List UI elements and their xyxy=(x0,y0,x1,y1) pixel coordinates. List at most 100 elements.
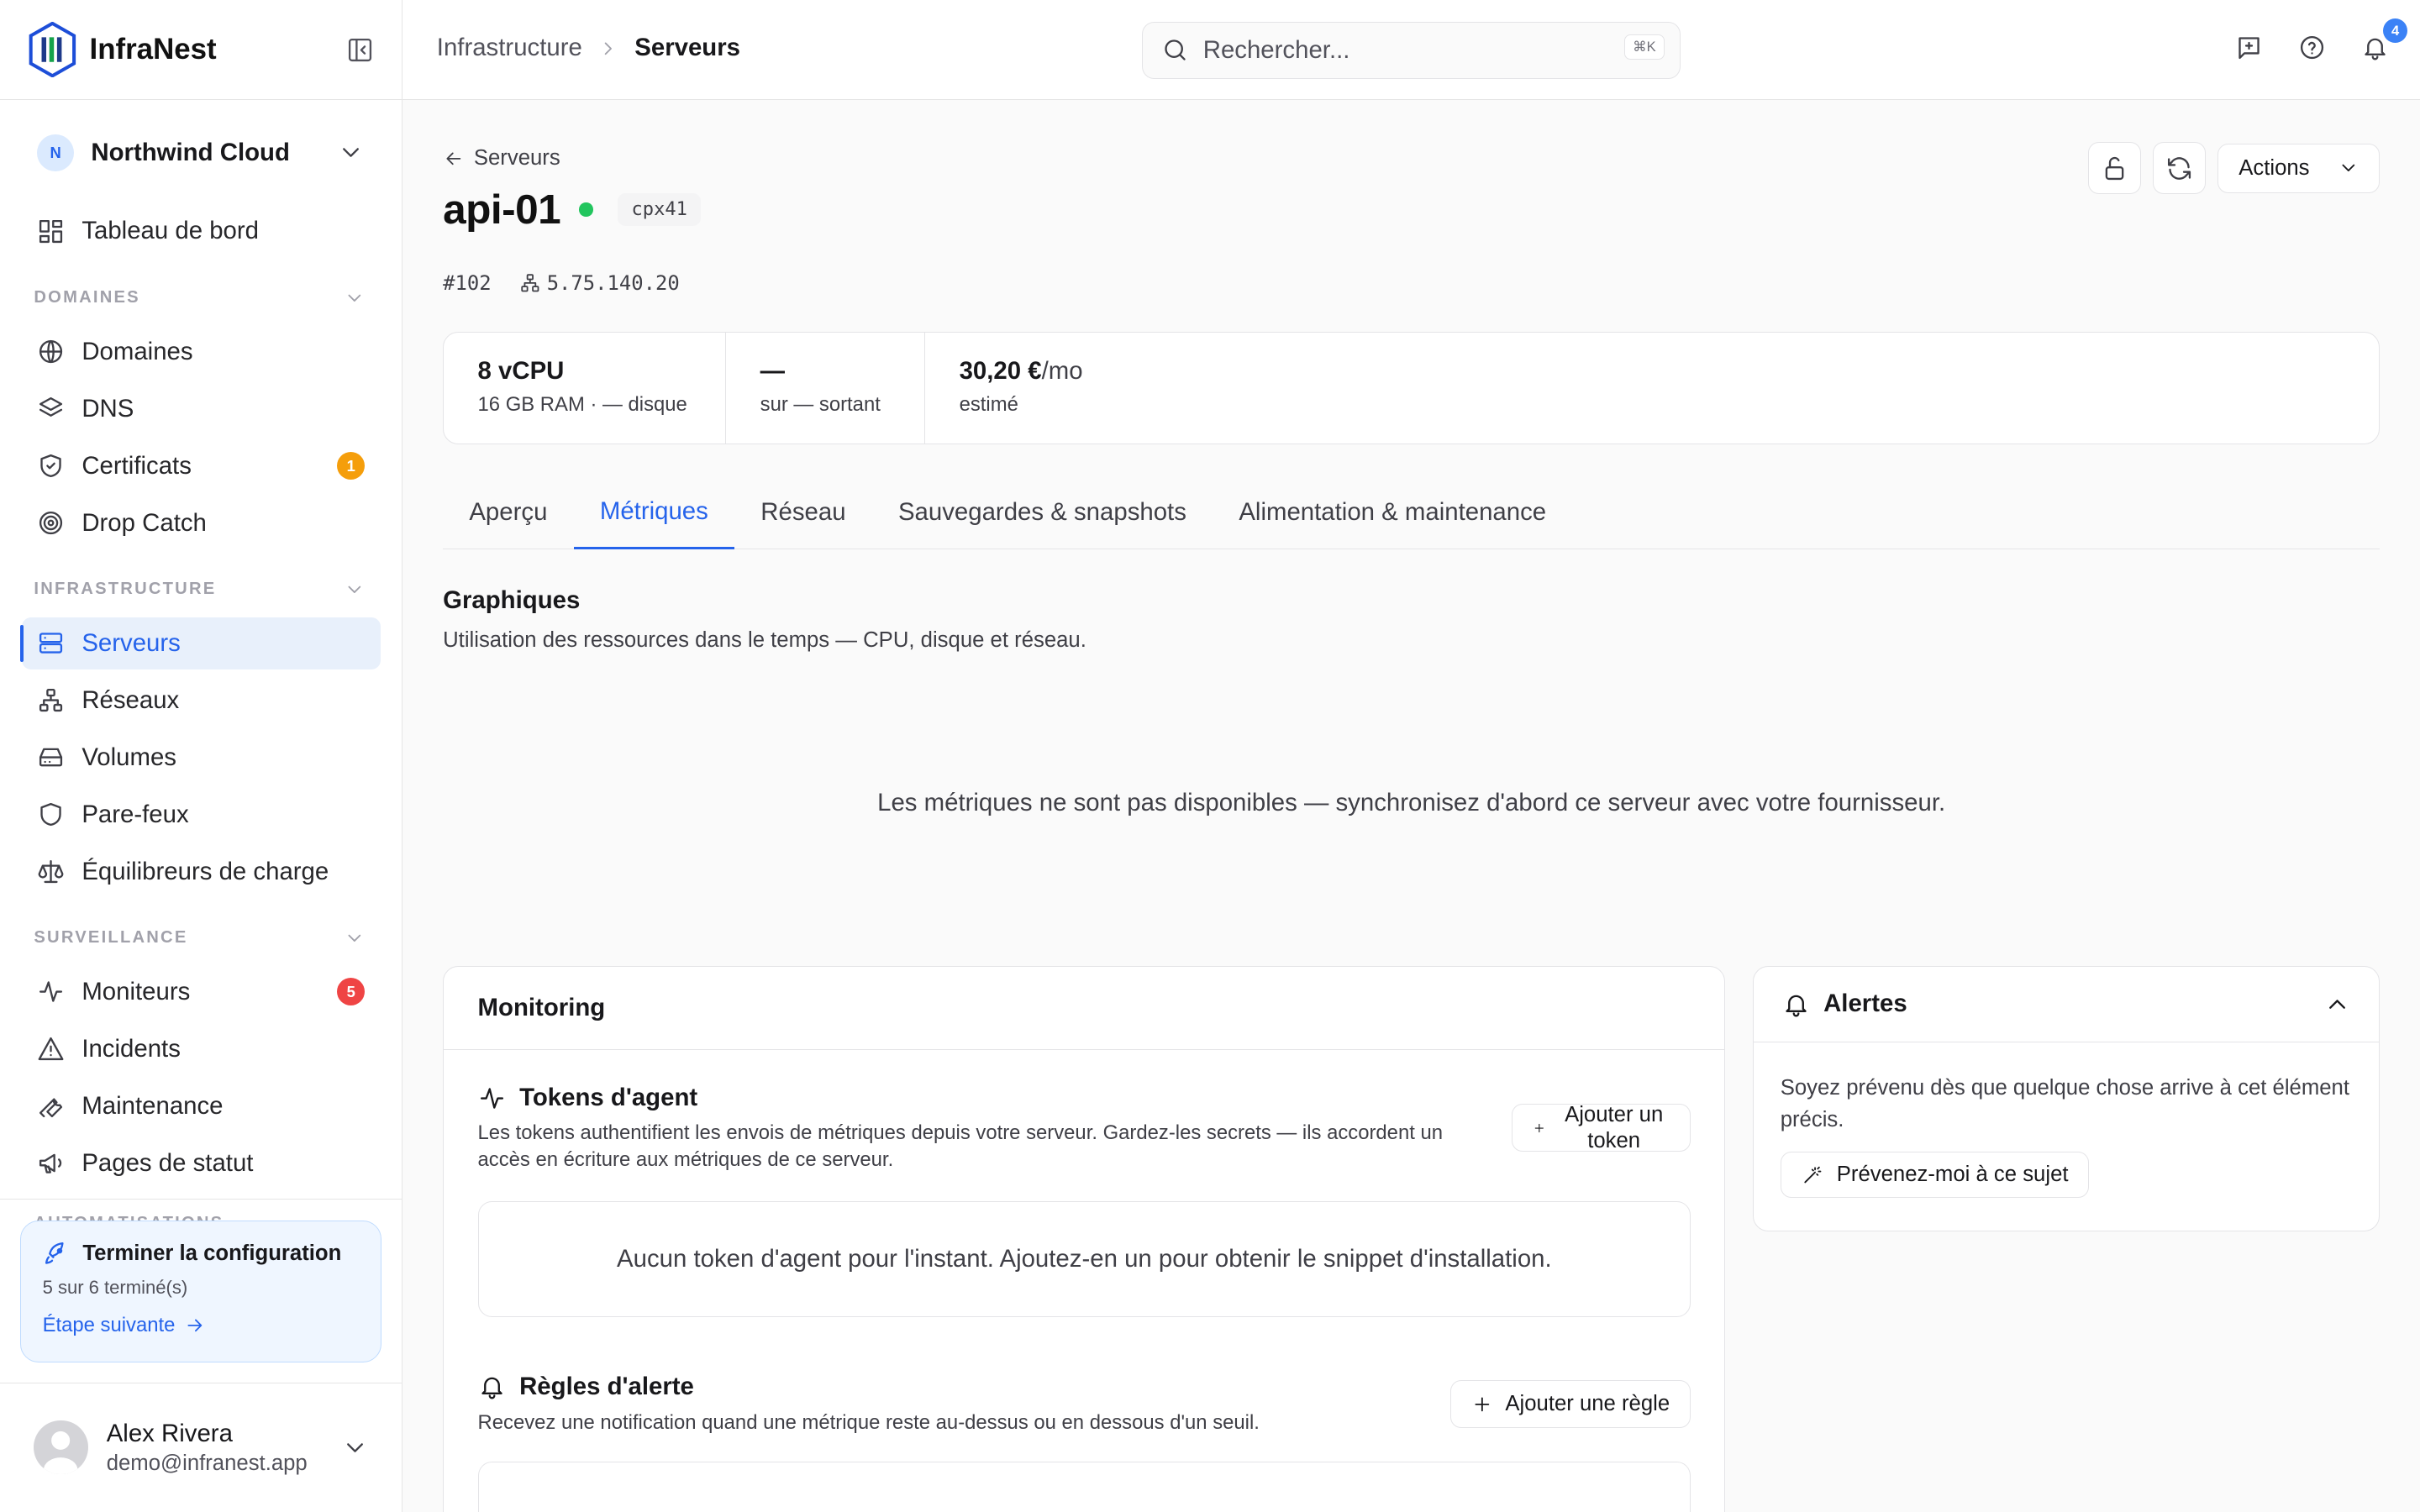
stat-sub: 16 GB RAM · — disque xyxy=(477,393,687,417)
chevron-up-icon xyxy=(2329,999,2346,1009)
wrench-icon xyxy=(39,1098,63,1118)
server-ip[interactable]: 5.75.140.20 xyxy=(519,271,680,295)
sidebar-item-moniteurs[interactable]: Moniteurs 5 xyxy=(22,966,381,1018)
search-placeholder: Rechercher... xyxy=(1202,35,1350,64)
status-dot xyxy=(579,202,593,217)
back-label: Serveurs xyxy=(473,146,560,171)
help-icon[interactable] xyxy=(2298,34,2326,61)
stat-cost: 30,20 €/mo estimé xyxy=(925,333,1117,444)
user-menu[interactable]: Alex Rivera demo@infranest.app xyxy=(0,1382,403,1512)
infranest-logo-icon xyxy=(29,22,76,78)
alerts-header[interactable]: Alertes xyxy=(1754,967,2380,1042)
sidebar-item-serveurs[interactable]: Serveurs xyxy=(19,617,381,669)
chevron-right-icon xyxy=(604,42,613,55)
tab-reseau[interactable]: Réseau xyxy=(734,477,872,548)
graphs-title: Graphiques xyxy=(443,585,581,614)
setup-card[interactable]: Terminer la configuration 5 sur 6 termin… xyxy=(19,1220,381,1362)
sidebar-item-label: Volumes xyxy=(82,743,176,771)
user-name: Alex Rivera xyxy=(106,1419,233,1447)
page-title: api-01 xyxy=(443,186,561,234)
search-input[interactable]: Rechercher... ⌘K xyxy=(1142,21,1681,79)
chevron-down-icon xyxy=(348,294,360,302)
feedback-icon[interactable] xyxy=(2235,34,2263,61)
sidebar-item-certificats[interactable]: Certificats 1 xyxy=(22,439,381,491)
chevron-down-icon xyxy=(2342,165,2354,172)
setup-title: Terminer la configuration xyxy=(82,1241,342,1265)
sidebar-item-pages-statut[interactable]: Pages de statut xyxy=(22,1137,381,1189)
bell-icon[interactable]: 4 xyxy=(2361,18,2408,61)
section-surveillance[interactable]: SURVEILLANCE xyxy=(22,916,381,959)
add-token-button[interactable]: Ajouter un token xyxy=(1511,1103,1691,1152)
org-avatar: N xyxy=(37,134,75,171)
next-step-label: Étape suivante xyxy=(42,1314,176,1337)
sidebar-item-label: Domaines xyxy=(82,337,193,365)
sidebar-item-dashboard[interactable]: Tableau de bord xyxy=(22,205,381,257)
count-badge: 5 xyxy=(337,978,366,1006)
brand-name: InfraNest xyxy=(89,33,217,66)
sidebar-item-incidents[interactable]: Incidents xyxy=(22,1022,381,1074)
tab-metriques[interactable]: Métriques xyxy=(573,477,735,549)
actions-label: Actions xyxy=(2238,155,2310,180)
brand[interactable]: InfraNest xyxy=(28,22,217,78)
notify-me-label: Prévenez-moi à ce sujet xyxy=(1836,1163,2069,1187)
alerts-card: Alertes Soyez prévenu dès que quelque ch… xyxy=(1753,965,2381,1231)
tab-apercu[interactable]: Aperçu xyxy=(443,477,574,548)
notify-me-button[interactable]: Prévenez-moi à ce sujet xyxy=(1780,1152,2090,1199)
rules-title-label: Règles d'alerte xyxy=(519,1372,694,1400)
sidebar-item-load-balancers[interactable]: Équilibreurs de charge xyxy=(22,845,381,897)
search-icon xyxy=(1165,39,1186,60)
sidebar-item-volumes[interactable]: Volumes xyxy=(22,731,381,783)
section-label: SURVEILLANCE xyxy=(34,927,188,947)
layout-dashboard-icon xyxy=(39,219,63,244)
sidebar-item-domaines[interactable]: Domaines xyxy=(22,326,381,378)
tab-sauvegardes[interactable]: Sauvegardes & snapshots xyxy=(872,477,1213,548)
sidebar-collapse-icon[interactable] xyxy=(346,36,374,64)
tokens-title: Tokens d'agent xyxy=(478,1084,697,1112)
breadcrumb-infrastructure[interactable]: Infrastructure xyxy=(437,34,582,62)
chevron-down-icon xyxy=(348,585,360,593)
sidebar-item-label: Pare-feux xyxy=(82,800,189,828)
rules-list xyxy=(477,1462,1691,1512)
sidebar-item-label: Réseaux xyxy=(82,685,180,714)
sidebar-item-pare-feux[interactable]: Pare-feux xyxy=(22,788,381,840)
plus-icon xyxy=(1534,1123,1544,1132)
stat-traffic: — sur — sortant xyxy=(726,332,926,444)
lock-button[interactable] xyxy=(2088,141,2141,195)
count-badge: 1 xyxy=(337,452,366,480)
network-icon xyxy=(520,274,539,292)
server-type-badge: cpx41 xyxy=(618,192,702,227)
monitoring-title: Monitoring xyxy=(444,967,1725,1050)
sidebar-item-reseaux[interactable]: Réseaux xyxy=(22,674,381,726)
layers-icon xyxy=(39,397,63,417)
stat-sub: estimé xyxy=(959,393,1018,417)
sidebar-item-dns[interactable]: DNS xyxy=(22,382,381,434)
avatar xyxy=(34,1420,88,1475)
actions-button[interactable]: Actions xyxy=(2217,143,2381,193)
sidebar-item-label: Drop Catch xyxy=(82,508,207,537)
divider xyxy=(0,1199,402,1200)
refresh-button[interactable] xyxy=(2153,141,2206,195)
sidebar-item-label: Pages de statut xyxy=(82,1148,254,1177)
sidebar-item-label: DNS xyxy=(82,394,134,423)
activity-icon xyxy=(480,1088,503,1109)
section-domaines[interactable]: DOMAINES xyxy=(22,276,381,319)
topbar: Infrastructure Serveurs Rechercher... ⌘K… xyxy=(402,0,2420,101)
tab-alimentation[interactable]: Alimentation & maintenance xyxy=(1213,477,1572,548)
rocket-icon xyxy=(45,1242,64,1264)
alert-triangle-icon xyxy=(38,1037,64,1061)
sidebar-item-drop-catch[interactable]: Drop Catch xyxy=(22,496,381,549)
section-label: INFRASTRUCTURE xyxy=(34,579,217,598)
next-step-link[interactable]: Étape suivante xyxy=(43,1314,359,1337)
tokens-description: Les tokens authentifient les envois de m… xyxy=(477,1121,1444,1171)
shield-check-icon xyxy=(40,454,61,478)
sidebar-item-maintenance[interactable]: Maintenance xyxy=(22,1079,381,1131)
hard-drive-icon xyxy=(39,748,63,767)
arrow-right-icon xyxy=(187,1319,203,1332)
back-link[interactable]: Serveurs xyxy=(443,146,560,171)
server-icon xyxy=(39,633,63,654)
org-switcher[interactable]: N Northwind Cloud xyxy=(0,100,402,205)
section-infrastructure[interactable]: INFRASTRUCTURE xyxy=(22,568,381,611)
unlock-icon xyxy=(2105,156,2124,180)
arrow-left-icon xyxy=(446,152,461,165)
add-rule-button[interactable]: Ajouter une règle xyxy=(1450,1379,1691,1428)
